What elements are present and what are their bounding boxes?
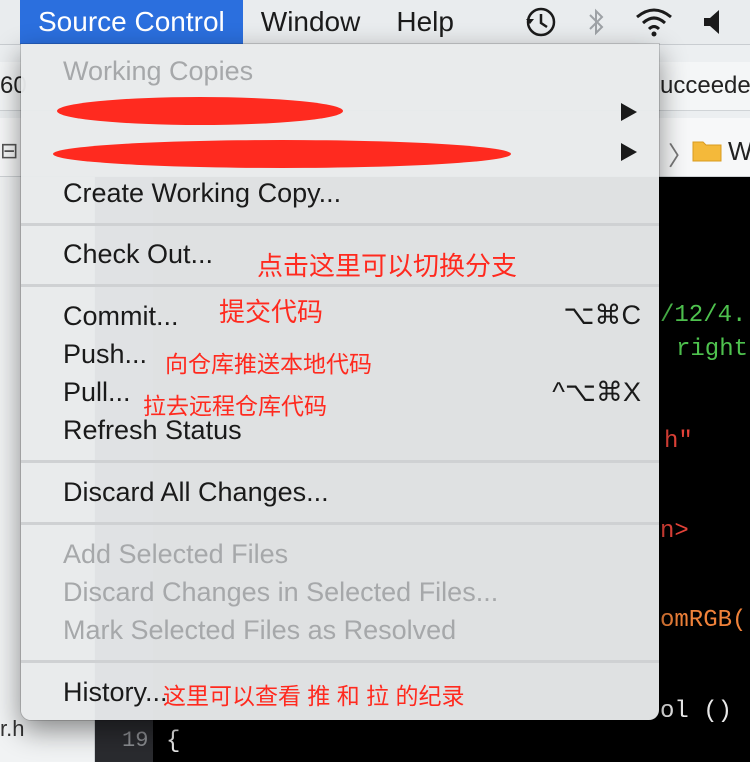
line-number: 19 [122,728,149,753]
status-tray [524,0,750,44]
working-copy-item-1[interactable] [21,92,659,132]
breadcrumb-folder-label[interactable]: W [728,136,750,167]
discard-selected-files-item[interactable]: Discard Changes in Selected Files... [63,575,498,609]
submenu-arrow-icon [621,143,637,161]
commit-item[interactable]: Commit... [63,299,179,333]
history-item[interactable]: History... [63,675,168,709]
pull-shortcut: ^⌥⌘X [552,377,641,407]
code-line-2: right [676,336,749,363]
time-machine-icon[interactable] [524,5,558,39]
code-line-1: /12/4. [660,302,747,329]
mark-resolved-item[interactable]: Mark Selected Files as Resolved [63,613,456,647]
code-line-6: ol () [660,698,733,725]
push-item[interactable]: Push... [63,337,147,371]
volume-icon[interactable] [702,8,724,36]
navigator-file-snippet[interactable]: r.h [0,716,24,742]
annotation-check-out: 点击这里可以切换分支 [257,251,518,281]
create-working-copy-item[interactable]: Create Working Copy... [63,176,341,210]
submenu-arrow-icon [621,103,637,121]
code-line-4: n> [660,518,689,545]
menu-separator [21,460,659,463]
commit-shortcut: ⌥⌘C [563,300,641,330]
menu-separator [21,522,659,525]
folder-icon [692,138,722,167]
wifi-icon[interactable] [634,7,674,37]
tab-right-snippet[interactable]: ucceede [660,72,750,100]
bluetooth-icon[interactable] [586,6,606,38]
menu-source-control[interactable]: Source Control [20,0,243,44]
menu-separator [21,660,659,663]
menu-separator [21,223,659,226]
annotation-history: 这里可以查看 推 和 拉 的纪录 [163,683,465,709]
code-line-5: omRGB( [660,607,747,634]
redaction-mark [53,140,511,168]
pull-item[interactable]: Pull... [63,375,131,409]
code-line-7: { [166,728,181,755]
check-out-item[interactable]: Check Out... [63,237,213,271]
breadcrumb-chevron-icon: 〉 [668,141,695,171]
redaction-mark [57,97,343,125]
refresh-status-item[interactable]: Refresh Status [63,413,242,447]
code-line-3: h" [664,428,693,455]
menu-help[interactable]: Help [378,0,472,44]
annotation-commit: 提交代码 [219,297,324,327]
annotation-push: 向仓库推送本地代码 [165,351,372,377]
working-copy-item-2[interactable] [21,132,659,172]
working-copies-header: Working Copies [63,56,254,86]
source-control-menu: Working Copies Create Working Copy... Ch… [21,44,659,720]
jump-bar-left-icon[interactable]: ⊟ [0,138,18,164]
menu-window[interactable]: Window [243,0,379,44]
menubar: Source Control Window Help [0,0,750,45]
menu-separator [21,284,659,287]
add-selected-files-item[interactable]: Add Selected Files [63,537,288,571]
discard-all-changes-item[interactable]: Discard All Changes... [63,475,329,509]
